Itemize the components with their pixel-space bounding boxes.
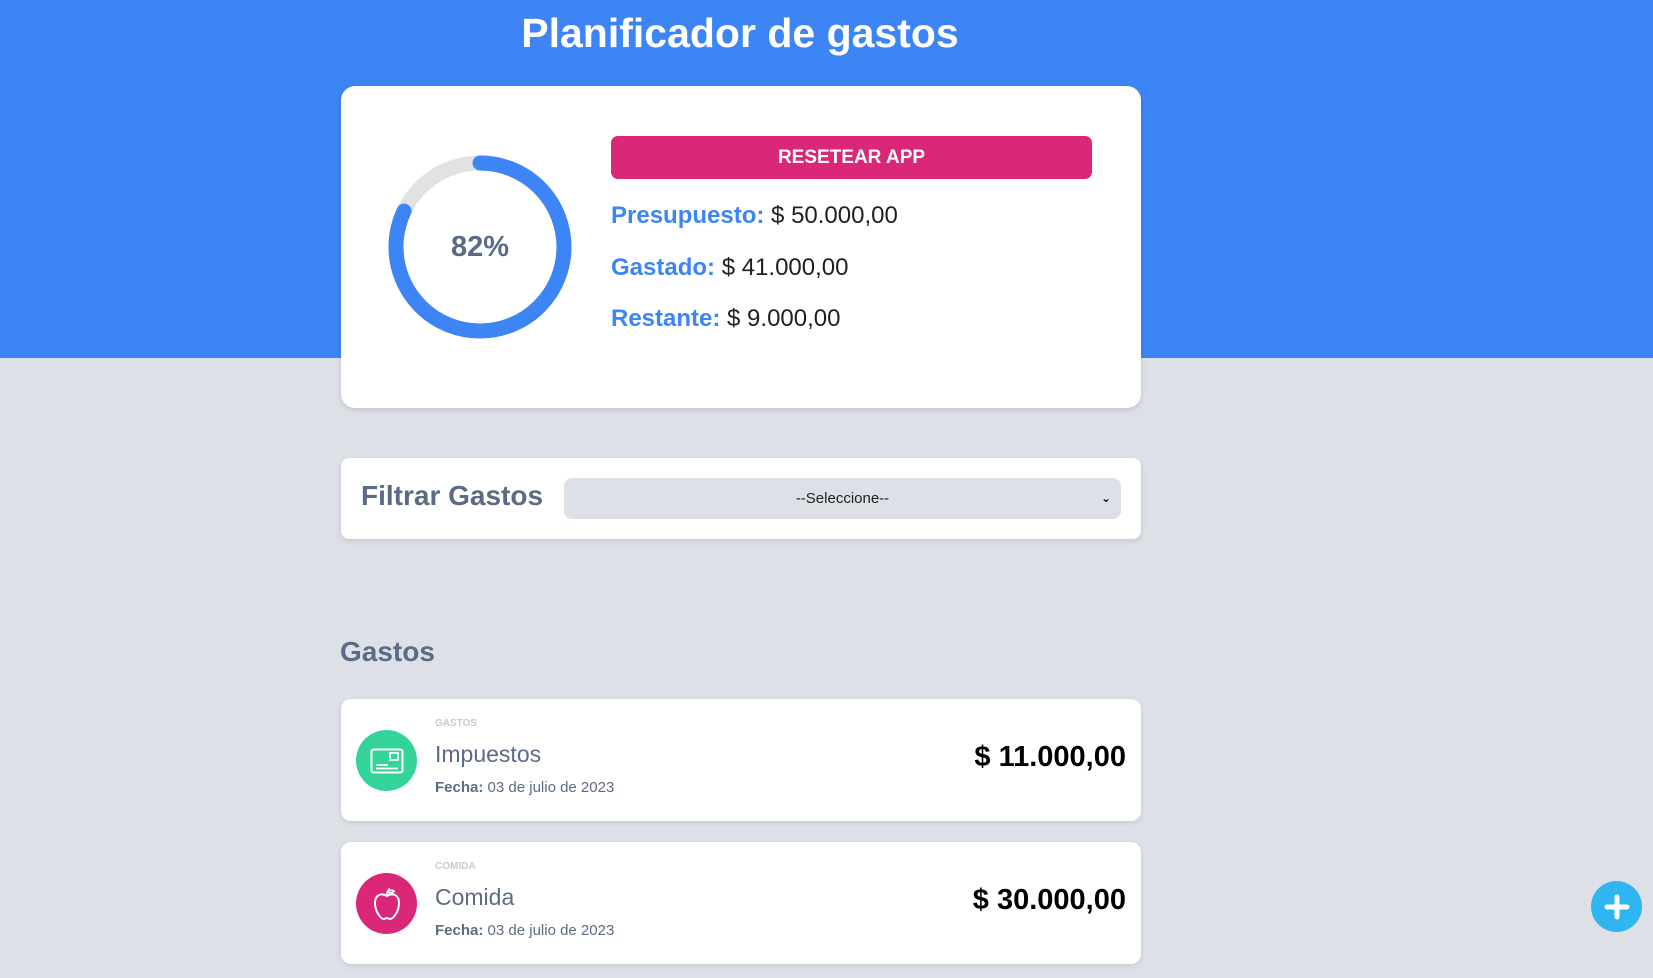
expense-date: Fecha: 03 de julio de 2023 — [435, 922, 614, 939]
filter-label: Filtrar Gastos — [361, 480, 544, 511]
expense-date-label: Fecha: — [435, 779, 484, 796]
budget-stat: Presupuesto: $ 50.000,00 — [611, 202, 898, 230]
category-filter-select[interactable]: --Seleccione-- ⌄ — [564, 478, 1121, 519]
spent-stat: Gastado: $ 41.000,00 — [611, 254, 848, 282]
expense-date-value: 03 de julio de 2023 — [487, 779, 615, 796]
filter-card: Filtrar Gastos --Seleccione-- ⌄ — [341, 458, 1141, 539]
expenses-section-title: Gastos — [340, 636, 435, 667]
expense-date-value: 03 de julio de 2023 — [487, 922, 615, 939]
remaining-value: $ 9.000,00 — [727, 305, 841, 332]
chevron-down-icon: ⌄ — [1100, 491, 1111, 505]
expense-item[interactable]: Gastos Impuestos Fecha: 03 de julio de 2… — [341, 699, 1141, 821]
remaining-label: Restante: — [611, 305, 721, 332]
plus-icon — [1604, 894, 1629, 919]
expense-date-label: Fecha: — [435, 922, 484, 939]
expense-item[interactable]: Comida Comida Fecha: 03 de julio de 2023… — [341, 842, 1141, 964]
expense-category: Gastos — [435, 718, 478, 729]
remaining-stat: Restante: $ 9.000,00 — [611, 305, 840, 333]
budget-label: Presupuesto: — [611, 202, 765, 229]
spent-label: Gastado: — [611, 254, 716, 281]
expense-amount: $ 30.000,00 — [972, 884, 1126, 916]
add-expense-button[interactable] — [1591, 881, 1642, 932]
filter-selected-value: --Seleccione-- — [795, 490, 890, 507]
expense-amount: $ 11.000,00 — [974, 741, 1126, 773]
page-title: Planificador de gastos — [521, 10, 959, 56]
apple-icon — [356, 873, 417, 934]
expense-category: Comida — [435, 861, 476, 872]
card-icon — [356, 730, 417, 791]
budget-percent-label: 82% — [450, 231, 510, 263]
expense-name: Comida — [435, 884, 515, 910]
budget-value: $ 50.000,00 — [771, 202, 898, 229]
reset-app-button[interactable]: Resetear app — [611, 136, 1092, 179]
spent-value: $ 41.000,00 — [721, 254, 849, 281]
expense-date: Fecha: 03 de julio de 2023 — [435, 779, 614, 796]
budget-card: 82% Resetear app Presupuesto: $ 50.000,0… — [341, 86, 1141, 408]
expense-name: Impuestos — [435, 741, 542, 767]
